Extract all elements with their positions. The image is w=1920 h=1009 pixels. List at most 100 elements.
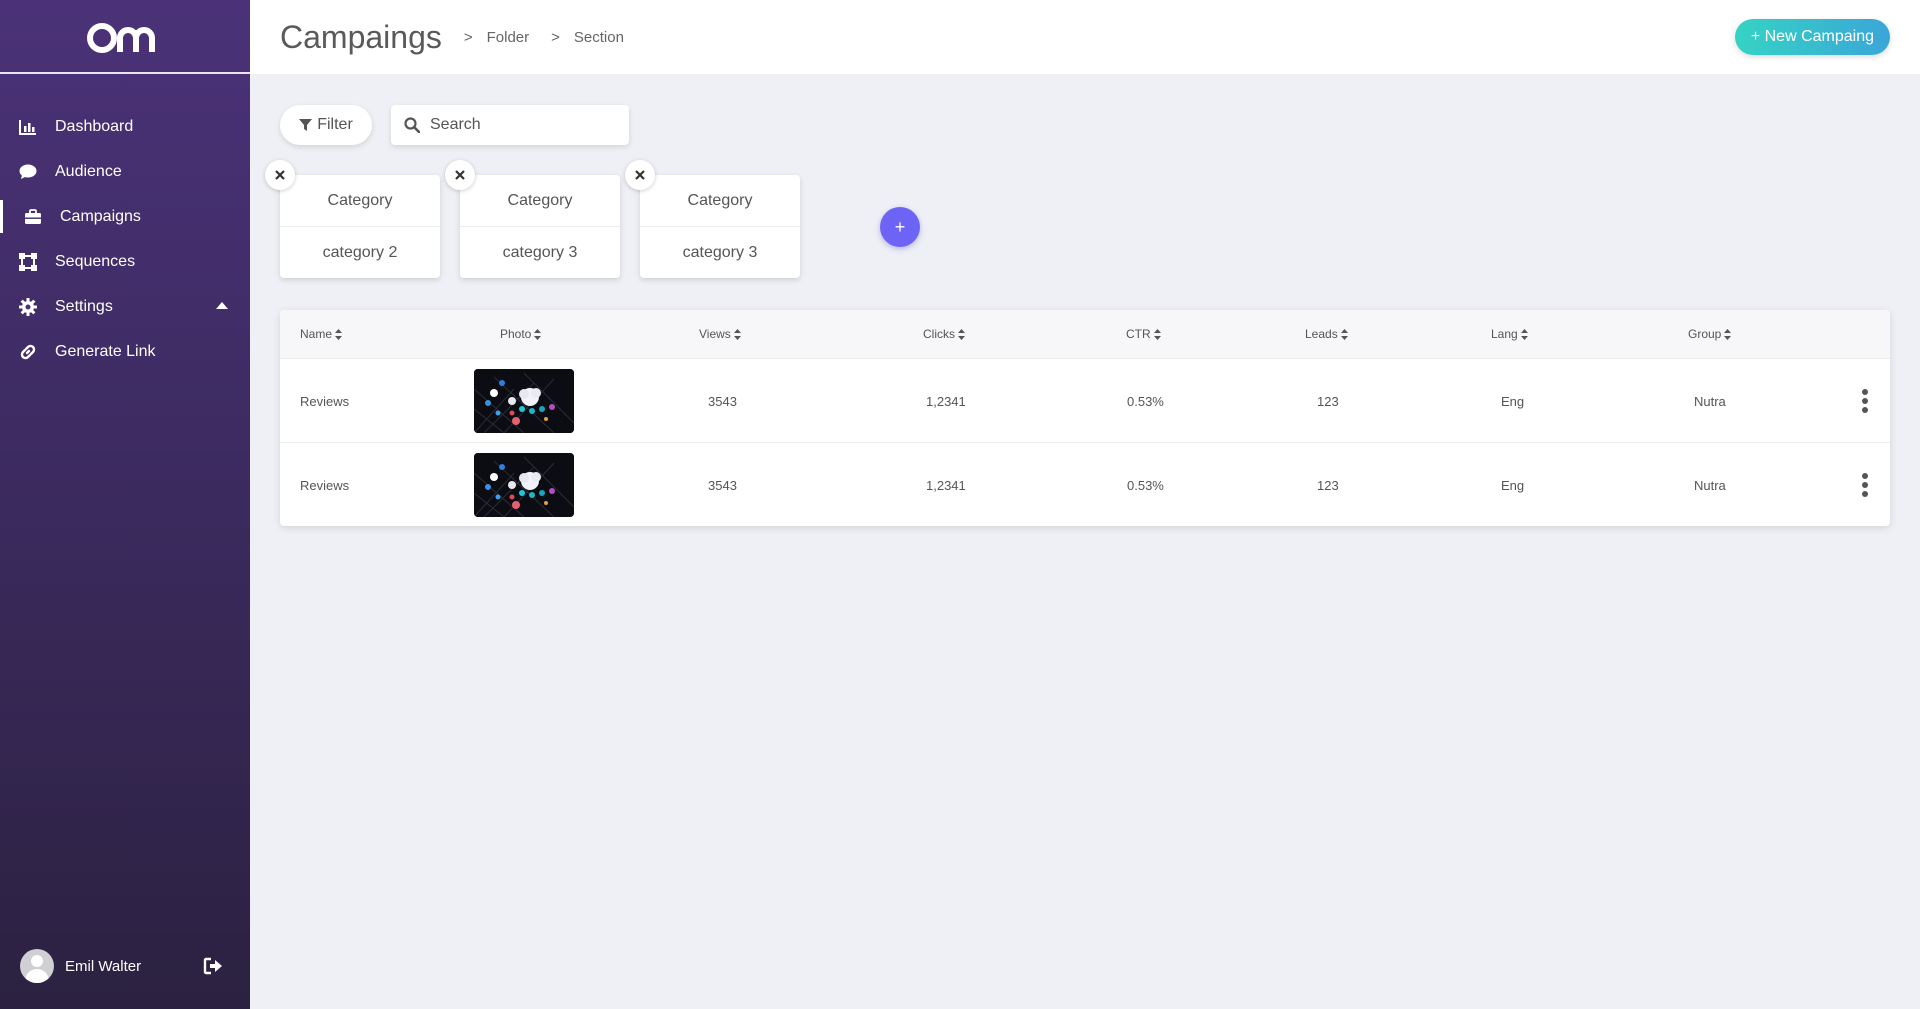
sidebar-item-sequences[interactable]: Sequences [0, 239, 250, 284]
cell-clicks: 1,2341 [926, 477, 966, 493]
briefcase-icon [23, 207, 43, 227]
column-label: Views [699, 327, 731, 341]
cell-group: Nutra [1694, 477, 1726, 493]
category-card: Category category 3 [445, 160, 620, 278]
column-header-name[interactable]: Name [300, 310, 343, 358]
sidebar-item-label: Dashboard [55, 117, 134, 135]
sidebar-item-dashboard[interactable]: Dashboard [0, 104, 250, 149]
cell-lang: Eng [1501, 477, 1525, 493]
campaign-thumbnail[interactable] [474, 369, 574, 433]
sort-icon [335, 328, 343, 340]
category-title: Category [640, 175, 800, 227]
breadcrumb-folder[interactable]: Folder [487, 29, 530, 46]
user-name: Emil Walter [65, 957, 142, 975]
column-header-clicks[interactable]: Clicks [923, 310, 965, 358]
table-row[interactable]: Reviews 3543 1,2341 0.53% 123 Eng Nutra [280, 442, 1890, 526]
close-icon[interactable] [265, 160, 295, 190]
sidebar-item-label: Sequences [55, 252, 136, 270]
column-label: Leads [1305, 327, 1338, 341]
column-header-ctr[interactable]: CTR [1126, 310, 1161, 358]
category-card: Category category 2 [265, 160, 440, 278]
cell-views: 3543 [708, 477, 737, 493]
cell-name: Reviews [300, 477, 350, 493]
column-label: Lang [1491, 327, 1518, 341]
bar-chart-icon [18, 117, 38, 137]
cell-lang: Eng [1501, 393, 1525, 409]
breadcrumb-section[interactable]: Section [574, 29, 624, 46]
cell-photo [474, 359, 574, 443]
category-card: Category category 3 [625, 160, 800, 278]
column-header-group[interactable]: Group [1688, 310, 1732, 358]
category-value[interactable]: category 3 [640, 227, 800, 278]
sidebar-item-audience[interactable]: Audience [0, 149, 250, 194]
sort-icon [733, 328, 741, 340]
new-campaign-button[interactable]: + New Campaing [1734, 19, 1890, 55]
category-value[interactable]: category 2 [280, 227, 440, 278]
sidebar-item-campaigns[interactable]: Campaigns [0, 194, 250, 239]
logo[interactable] [0, 0, 250, 74]
sidebar-item-label: Audience [55, 162, 122, 180]
category-title: Category [280, 175, 440, 227]
column-label: CTR [1126, 327, 1151, 341]
cell-leads: 123 [1317, 477, 1339, 493]
cell-name: Reviews [300, 393, 350, 409]
cell-clicks: 1,2341 [926, 393, 966, 409]
cell-ctr: 0.53% [1127, 477, 1164, 493]
sort-icon [534, 328, 542, 340]
cell-group: Nutra [1694, 393, 1726, 409]
filter-icon [299, 118, 313, 131]
kebab-menu-icon[interactable] [1853, 386, 1877, 416]
link-icon [18, 342, 38, 362]
sidebar: Dashboard Audience Campaigns Sequences S… [0, 0, 250, 1009]
category-title: Category [460, 175, 620, 227]
search-icon [404, 117, 420, 133]
close-icon[interactable] [625, 160, 655, 190]
column-header-leads[interactable]: Leads [1305, 310, 1348, 358]
row-actions [1853, 443, 1877, 526]
sidebar-item-settings[interactable]: Settings [0, 284, 250, 329]
breadcrumb-separator: > [551, 28, 560, 46]
campaigns-table: Name Photo Views Clicks CTR Leads Lang G… [280, 310, 1890, 526]
category-value[interactable]: category 3 [460, 227, 620, 278]
column-header-photo[interactable]: Photo [500, 310, 542, 358]
column-header-views[interactable]: Views [699, 310, 741, 358]
search-box[interactable] [391, 105, 629, 145]
sidebar-nav: Dashboard Audience Campaigns Sequences S… [0, 104, 250, 374]
cell-leads: 123 [1317, 393, 1339, 409]
user-profile: Emil Walter [20, 949, 224, 983]
sidebar-item-label: Generate Link [55, 342, 156, 360]
sort-icon [1724, 328, 1732, 340]
table-row[interactable]: Reviews 3543 1,2341 0.53% 123 Eng Nutra [280, 358, 1890, 442]
logout-icon[interactable] [202, 955, 224, 977]
sidebar-item-label: Campaigns [60, 207, 141, 225]
search-input[interactable] [430, 116, 610, 134]
close-icon[interactable] [445, 160, 475, 190]
add-category-button[interactable]: + [880, 207, 920, 247]
column-label: Photo [500, 327, 532, 341]
sort-icon [1520, 328, 1528, 340]
kebab-menu-icon[interactable] [1853, 470, 1877, 500]
avatar[interactable] [20, 949, 54, 983]
gear-icon [18, 297, 38, 317]
cell-photo [474, 443, 574, 526]
chat-bubble-icon [18, 162, 38, 182]
column-label: Name [300, 327, 333, 341]
sort-icon [1153, 328, 1161, 340]
sidebar-item-label: Settings [55, 297, 113, 315]
cell-ctr: 0.53% [1127, 393, 1164, 409]
cell-views: 3543 [708, 393, 737, 409]
caret-up-icon[interactable] [216, 302, 228, 309]
vector-square-icon [18, 252, 38, 272]
page-title: Campaings [280, 18, 442, 55]
page-header: Campaings > Folder > Section + New Campa… [250, 0, 1920, 74]
campaign-thumbnail[interactable] [474, 453, 574, 517]
filter-label: Filter [317, 116, 353, 133]
column-label: Clicks [923, 327, 955, 341]
sort-icon [1340, 328, 1348, 340]
breadcrumb-separator: > [463, 28, 473, 46]
filter-button[interactable]: Filter [280, 105, 372, 145]
sort-icon [958, 328, 965, 340]
sidebar-item-generate-link[interactable]: Generate Link [0, 329, 250, 374]
row-actions [1853, 359, 1877, 443]
column-header-lang[interactable]: Lang [1491, 310, 1528, 358]
